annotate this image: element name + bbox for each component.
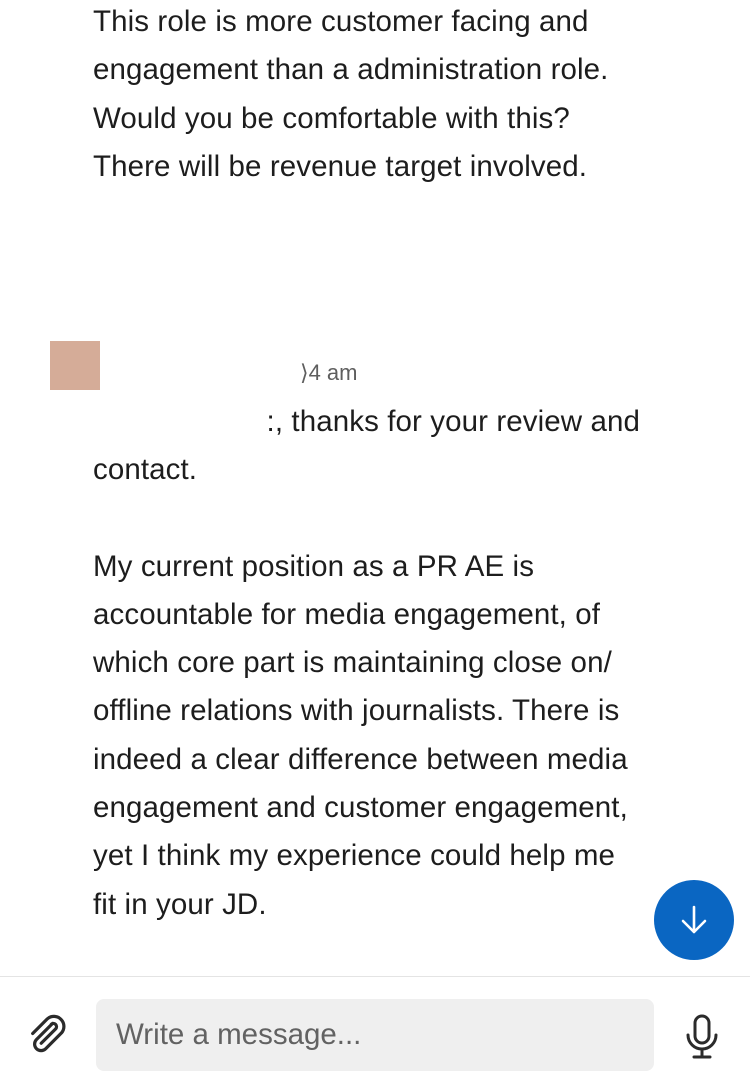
message-input-container[interactable] <box>96 999 654 1071</box>
message-timestamp: ⟩4 am <box>300 360 358 385</box>
message-composer <box>0 976 750 1090</box>
message-input[interactable] <box>116 999 636 1071</box>
reply-message-text: contact. My current position as a PR AE … <box>93 453 628 921</box>
redacted-sender-name <box>118 356 301 390</box>
sender-avatar[interactable] <box>50 341 100 390</box>
messaging-thread: This role is more customer facing and en… <box>0 0 750 1090</box>
paperclip-icon <box>31 1014 66 1053</box>
microphone-icon <box>686 1014 718 1059</box>
scroll-to-bottom-button[interactable] <box>654 880 734 960</box>
voice-message-button[interactable] <box>682 1013 722 1061</box>
redacted-greeting <box>93 402 233 446</box>
attach-button[interactable] <box>24 1012 72 1060</box>
arrow-down-icon <box>681 905 707 934</box>
previous-message-text: This role is more customer facing and en… <box>93 5 609 183</box>
